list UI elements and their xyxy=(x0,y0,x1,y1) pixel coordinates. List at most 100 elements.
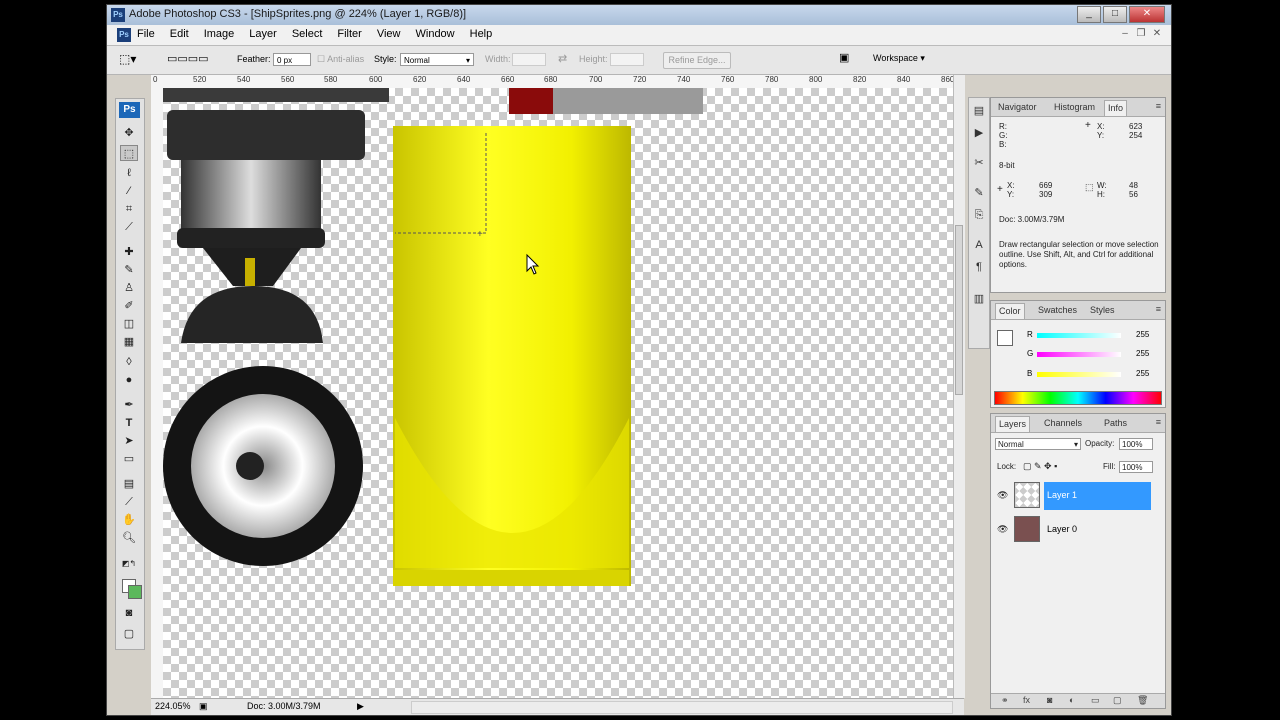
style-select[interactable]: Normal ▾ xyxy=(400,53,474,66)
menu-layer[interactable]: Layer xyxy=(249,28,277,40)
scroll-thumb[interactable] xyxy=(955,225,963,395)
marquee-tool-preset-icon[interactable]: ⬚▾ xyxy=(119,52,136,66)
color-b-value[interactable]: 255 xyxy=(1136,369,1149,378)
layer-mask-icon[interactable]: ◙ xyxy=(1047,695,1052,705)
tab-info[interactable]: Info xyxy=(1104,100,1128,116)
default-colors-icon[interactable]: ◩↰ xyxy=(120,556,138,572)
tab-styles[interactable]: Styles xyxy=(1087,303,1118,318)
blur-tool-icon[interactable]: ◊ xyxy=(120,354,138,370)
panel-menu-icon[interactable]: ≡ xyxy=(1156,417,1161,427)
menu-select[interactable]: Select xyxy=(292,28,323,40)
menu-help[interactable]: Help xyxy=(470,28,493,40)
brush-tool-icon[interactable]: ✎ xyxy=(120,262,138,278)
gradient-tool-icon[interactable]: ▦ xyxy=(120,334,138,350)
panel-menu-icon[interactable]: ≡ xyxy=(1156,101,1161,111)
layer-name[interactable]: Layer 0 xyxy=(1047,524,1077,534)
layer-comps-icon[interactable]: ▥ xyxy=(972,292,986,306)
healing-brush-tool-icon[interactable]: ✚ xyxy=(120,244,138,260)
paragraph-icon[interactable]: ¶ xyxy=(972,260,986,274)
eyedropper-tool-icon[interactable]: ⟋ xyxy=(120,494,138,510)
brush-palette-icon[interactable]: ▣ xyxy=(839,51,849,64)
color-g-slider[interactable] xyxy=(1037,352,1121,357)
adjustment-layer-icon[interactable]: ◐ xyxy=(1069,695,1074,705)
history-icon[interactable]: ▤ xyxy=(972,104,986,118)
layer-style-icon[interactable]: fx xyxy=(1023,695,1030,705)
tab-histogram[interactable]: Histogram xyxy=(1051,100,1098,115)
close-button[interactable]: ✕ xyxy=(1129,6,1165,23)
link-layers-icon[interactable]: ⚭ xyxy=(1001,695,1009,706)
menu-view[interactable]: View xyxy=(377,28,401,40)
actions-icon[interactable]: ▶ xyxy=(972,126,986,140)
background-color-swatch[interactable] xyxy=(128,585,142,599)
doc-close-button[interactable]: ✕ xyxy=(1149,28,1165,39)
eye-icon[interactable]: 👁︎ xyxy=(997,490,1008,501)
brushes-icon[interactable]: ✎ xyxy=(972,186,986,200)
menu-edit[interactable]: Edit xyxy=(170,28,189,40)
tab-paths[interactable]: Paths xyxy=(1101,416,1130,431)
color-g-value[interactable]: 255 xyxy=(1136,349,1149,358)
tab-navigator[interactable]: Navigator xyxy=(995,100,1040,115)
antialias-checkbox[interactable]: ☐ Anti-alias xyxy=(317,54,364,65)
maximize-button[interactable]: □ xyxy=(1103,6,1127,23)
tool-presets-icon[interactable]: ✂ xyxy=(972,156,986,170)
history-brush-tool-icon[interactable]: ✐ xyxy=(120,298,138,314)
notes-tool-icon[interactable]: ▤ xyxy=(120,476,138,492)
layer-row[interactable]: 👁︎ Layer 1 xyxy=(991,480,1165,512)
zoom-level[interactable]: 224.05% xyxy=(155,701,191,711)
tab-color[interactable]: Color xyxy=(995,303,1025,319)
color-foreground-swatch[interactable] xyxy=(997,330,1013,346)
minimize-button[interactable]: _ xyxy=(1077,6,1101,23)
pen-tool-icon[interactable]: ✒ xyxy=(120,397,138,413)
hand-tool-icon[interactable]: ✋ xyxy=(120,512,138,528)
zoom-tool-icon[interactable]: 🔍︎ xyxy=(120,530,138,546)
delete-layer-icon[interactable]: 🗑︎ xyxy=(1137,695,1148,706)
feather-input[interactable]: 0 px xyxy=(273,53,311,66)
dodge-tool-icon[interactable]: ● xyxy=(120,372,138,388)
menu-image[interactable]: Image xyxy=(204,28,235,40)
layer-row[interactable]: 👁︎ Layer 0 xyxy=(991,514,1165,546)
eraser-tool-icon[interactable]: ◫ xyxy=(120,316,138,332)
character-icon[interactable]: A xyxy=(972,238,986,252)
swap-icon[interactable]: ⇄ xyxy=(558,52,567,65)
color-r-value[interactable]: 255 xyxy=(1136,330,1149,339)
zoom-icon[interactable]: ▣ xyxy=(199,701,208,712)
quick-mask-icon[interactable]: ◙ xyxy=(120,605,138,621)
move-tool-icon[interactable]: ✥ xyxy=(120,125,138,141)
path-selection-tool-icon[interactable]: ➤ xyxy=(120,433,138,449)
lock-icons[interactable]: ▢ ✎ ✥ ▪ xyxy=(1023,461,1057,472)
tab-channels[interactable]: Channels xyxy=(1041,416,1085,431)
clone-source-icon[interactable]: ⎘ xyxy=(972,208,986,222)
doc-minimize-button[interactable]: – xyxy=(1117,28,1133,39)
new-layer-icon[interactable]: ▢ xyxy=(1113,695,1122,706)
crop-tool-icon[interactable]: ⌗ xyxy=(120,201,138,217)
color-spectrum-bar[interactable] xyxy=(994,391,1162,405)
opacity-input[interactable]: 100% xyxy=(1119,438,1153,450)
magic-wand-tool-icon[interactable]: ⁄ xyxy=(120,183,138,199)
panel-menu-icon[interactable]: ≡ xyxy=(1156,304,1161,314)
vertical-scrollbar[interactable] xyxy=(953,75,965,698)
menu-window[interactable]: Window xyxy=(416,28,455,40)
rectangle-tool-icon[interactable]: ▭ xyxy=(120,451,138,467)
tab-swatches[interactable]: Swatches xyxy=(1035,303,1080,318)
menu-file[interactable]: File xyxy=(137,28,155,40)
clone-stamp-tool-icon[interactable]: ♙ xyxy=(120,280,138,296)
type-tool-icon[interactable]: T xyxy=(120,415,138,431)
new-group-icon[interactable]: ▭ xyxy=(1091,695,1100,706)
layer-name[interactable]: Layer 1 xyxy=(1047,490,1077,500)
fill-input[interactable]: 100% xyxy=(1119,461,1153,473)
doc-restore-button[interactable]: ❐ xyxy=(1133,28,1149,39)
lasso-tool-icon[interactable]: ℓ xyxy=(120,165,138,181)
workspace-button[interactable]: Workspace ▾ xyxy=(873,53,925,64)
blend-mode-select[interactable]: Normal ▾ xyxy=(995,438,1081,450)
tab-layers[interactable]: Layers xyxy=(995,416,1031,432)
eye-icon[interactable]: 👁︎ xyxy=(997,524,1008,535)
screen-mode-icon[interactable]: ▢ xyxy=(120,626,138,642)
slice-tool-icon[interactable]: ⟋ xyxy=(120,219,138,235)
color-b-slider[interactable] xyxy=(1037,372,1121,377)
refine-edge-button[interactable]: Refine Edge... xyxy=(663,52,731,69)
rectangular-marquee-tool-icon[interactable]: ⬚ xyxy=(120,145,138,161)
menu-filter[interactable]: Filter xyxy=(337,28,361,40)
document-canvas[interactable]: + xyxy=(163,88,953,698)
color-r-slider[interactable] xyxy=(1037,333,1121,338)
height-input[interactable] xyxy=(610,53,644,66)
